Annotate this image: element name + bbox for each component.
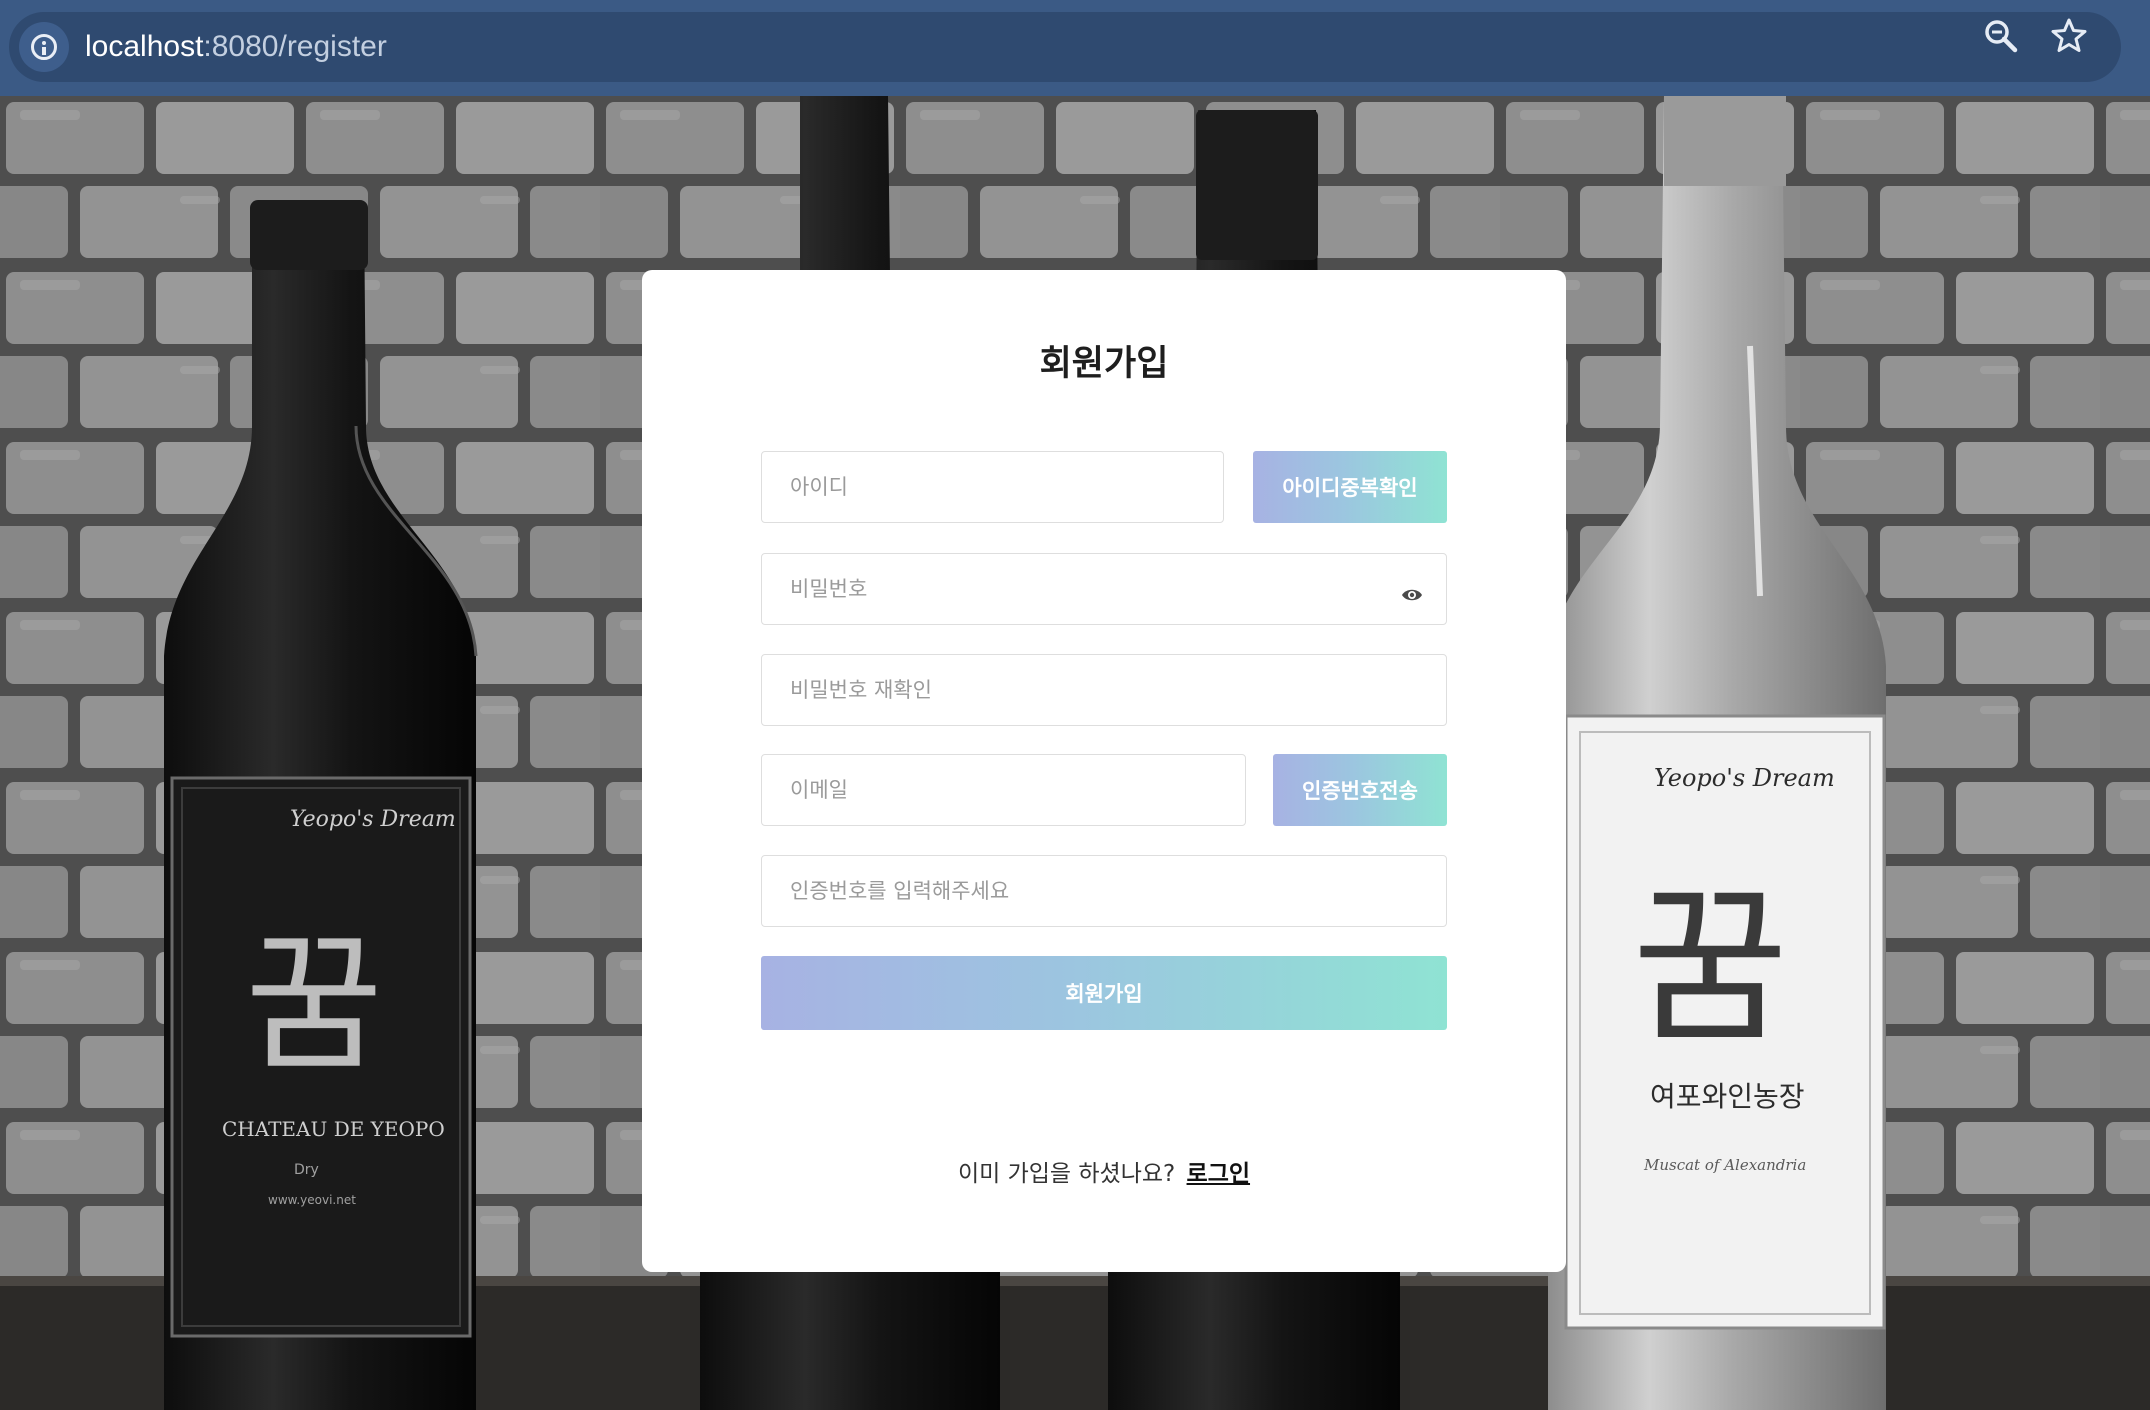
svg-text:꿈: 꿈 bbox=[1632, 869, 1788, 1067]
send-code-button[interactable]: 인증번호전송 bbox=[1273, 754, 1447, 826]
svg-text:CHATEAU DE YEOPO: CHATEAU DE YEOPO bbox=[222, 1117, 445, 1141]
svg-text:Yeopo's Dream: Yeopo's Dream bbox=[290, 807, 456, 832]
bookmark-star-icon[interactable] bbox=[2050, 17, 2088, 55]
zoom-icon[interactable] bbox=[1982, 17, 2020, 55]
show-password-eye-icon[interactable] bbox=[1401, 584, 1423, 606]
password-confirm-input[interactable] bbox=[761, 654, 1447, 726]
verification-code-input[interactable] bbox=[761, 855, 1447, 927]
url-text[interactable]: localhost:8080/register bbox=[85, 29, 387, 65]
svg-text:Yeopo's Dream: Yeopo's Dream bbox=[1654, 764, 1835, 792]
svg-text:꿈: 꿈 bbox=[245, 918, 383, 1092]
id-input[interactable] bbox=[761, 451, 1224, 523]
url-path: :8080/register bbox=[203, 30, 387, 63]
svg-text:여포와인농장: 여포와인농장 bbox=[1650, 1080, 1805, 1113]
password-input[interactable] bbox=[761, 553, 1447, 625]
svg-text:www.yeovi.net: www.yeovi.net bbox=[268, 1193, 356, 1207]
email-input[interactable] bbox=[761, 754, 1246, 826]
register-submit-button[interactable]: 회원가입 bbox=[761, 956, 1447, 1030]
url-host: localhost bbox=[85, 30, 204, 63]
svg-text:Dry: Dry bbox=[294, 1162, 319, 1178]
already-member-text: 이미 가입을 하셨나요? bbox=[957, 1161, 1176, 1187]
svg-text:Muscat of Alexandria: Muscat of Alexandria bbox=[1643, 1156, 1806, 1174]
login-prompt: 이미 가입을 하셨나요? 로그인 bbox=[642, 1159, 1566, 1189]
id-duplicate-check-button[interactable]: 아이디중복확인 bbox=[1253, 451, 1447, 523]
page-title: 회원가입 bbox=[1039, 344, 1169, 384]
register-card: 회원가입 아이디중복확인 인증번호전송 회원가입 이미 가입을 하셨나요? 로그… bbox=[642, 270, 1566, 1272]
site-info-icon[interactable] bbox=[19, 22, 69, 72]
browser-toolbar: localhost:8080/register bbox=[0, 0, 2150, 96]
login-link[interactable]: 로그인 bbox=[1187, 1161, 1250, 1187]
address-bar[interactable]: localhost:8080/register bbox=[9, 12, 2121, 82]
